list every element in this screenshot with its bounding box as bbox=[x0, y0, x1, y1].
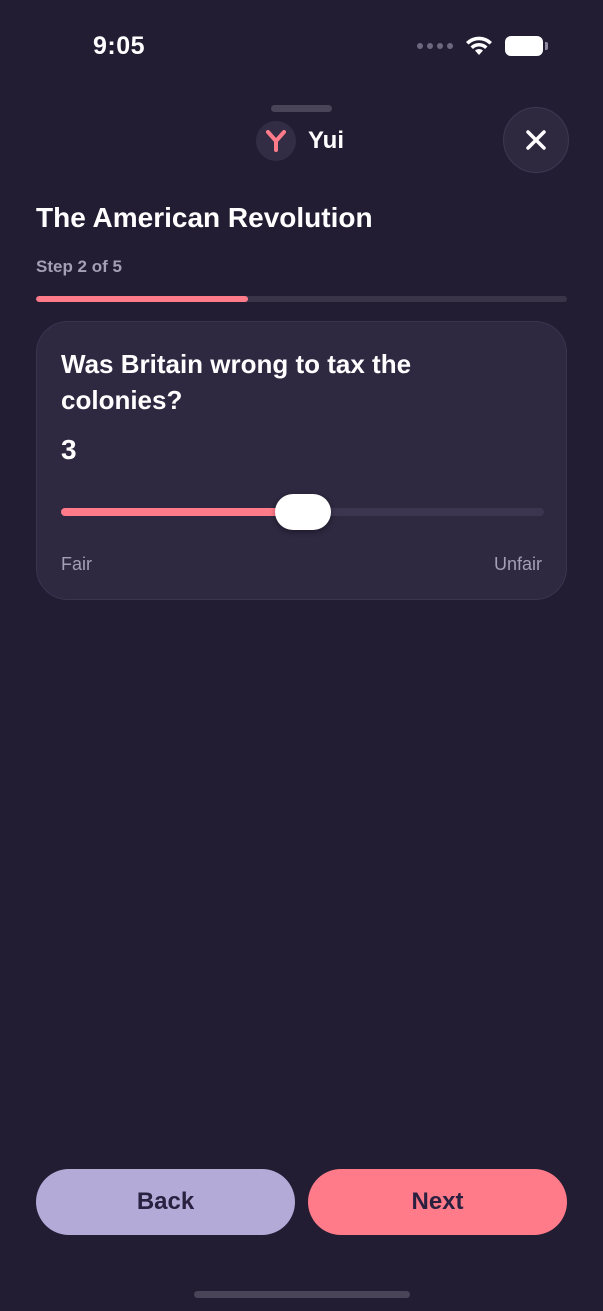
scale-max-label: Unfair bbox=[493, 554, 542, 574]
status-indicators bbox=[417, 36, 548, 56]
progress-fill bbox=[36, 296, 249, 302]
rating-slider[interactable] bbox=[61, 492, 544, 532]
status-time: 9:05 bbox=[93, 32, 146, 60]
brand-header: Yui bbox=[256, 121, 344, 161]
wifi-icon bbox=[466, 36, 492, 55]
progress-bar bbox=[36, 296, 567, 302]
sheet-grabber[interactable] bbox=[271, 105, 332, 112]
y-logo-icon bbox=[256, 121, 296, 161]
step-indicator: Step 2 of 5 bbox=[36, 257, 122, 276]
brand-name: Yui bbox=[308, 127, 345, 154]
slider-fill bbox=[61, 508, 303, 516]
slider-value: 3 bbox=[61, 434, 77, 465]
question-card: Was Britain wrong to tax the colonies? 3… bbox=[36, 321, 567, 600]
back-button[interactable]: Back bbox=[36, 1169, 295, 1235]
page-title: The American Revolution bbox=[36, 202, 373, 233]
close-button[interactable] bbox=[503, 107, 569, 173]
app-screen: 9:05 Yui The American Revolution Step 2 … bbox=[0, 0, 603, 1311]
next-button[interactable]: Next bbox=[308, 1169, 567, 1235]
question-text: Was Britain wrong to tax the colonies? bbox=[61, 349, 412, 415]
home-indicator bbox=[194, 1291, 410, 1298]
slider-thumb[interactable] bbox=[274, 494, 331, 530]
close-icon bbox=[526, 130, 546, 150]
scale-min-label: Fair bbox=[61, 554, 92, 574]
cellular-signal-icon bbox=[417, 43, 453, 49]
battery-icon bbox=[505, 36, 548, 56]
